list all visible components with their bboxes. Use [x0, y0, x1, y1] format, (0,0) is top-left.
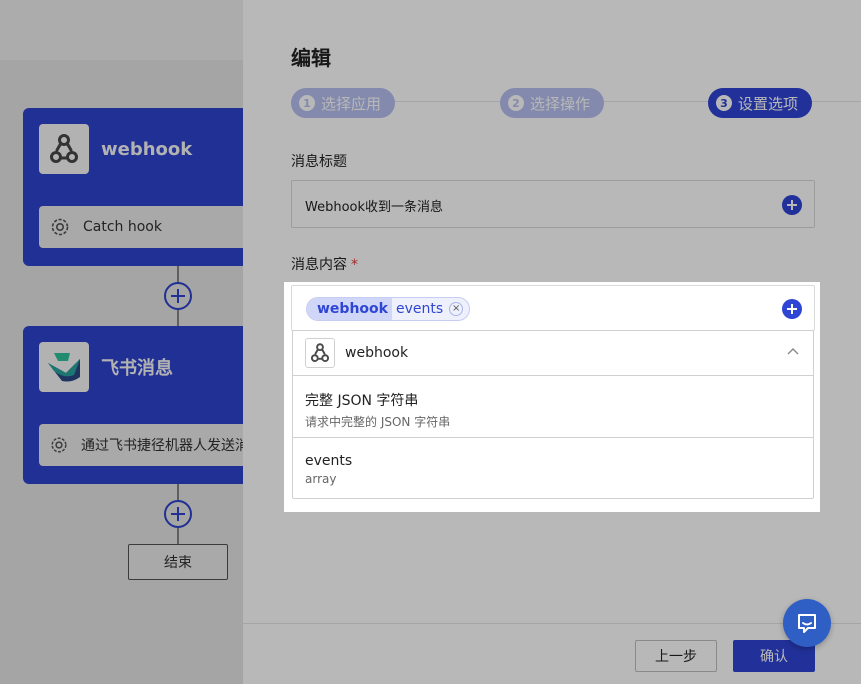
variable-dropdown: webhook 完整 JSON 字符串 请求中完整的 JSON 字符串 even…: [292, 330, 814, 499]
chat-support-button[interactable]: [783, 599, 831, 647]
option-subtitle: array: [305, 472, 337, 486]
option-title: 完整 JSON 字符串: [305, 393, 419, 409]
dropdown-app-name: webhook: [345, 345, 409, 361]
variable-tag-app: webhook: [307, 298, 392, 320]
option-title: events: [305, 453, 353, 469]
insert-variable-icon[interactable]: [782, 299, 802, 319]
dropdown-header[interactable]: webhook: [293, 331, 813, 376]
webhook-icon: [305, 338, 335, 368]
variable-tag[interactable]: webhook events ×: [306, 297, 471, 321]
variable-tag-field: events: [395, 301, 444, 317]
message-content-input[interactable]: webhook events ×: [291, 285, 815, 331]
chevron-up-icon[interactable]: [787, 347, 799, 355]
dropdown-option[interactable]: events array: [293, 438, 813, 498]
close-icon[interactable]: ×: [449, 302, 464, 316]
canvas-overlay: [0, 0, 243, 684]
chat-icon: [798, 614, 816, 633]
dropdown-option[interactable]: 完整 JSON 字符串 请求中完整的 JSON 字符串: [293, 376, 813, 438]
option-subtitle: 请求中完整的 JSON 字符串: [305, 415, 451, 429]
workflow-canvas: webhook Catch hook 飞书消息 通过飞书捷径机器人发送消 结束: [0, 0, 243, 684]
variable-picker-popover: webhook events × webhook 完整 JSON 字符串 请求中…: [284, 282, 820, 512]
